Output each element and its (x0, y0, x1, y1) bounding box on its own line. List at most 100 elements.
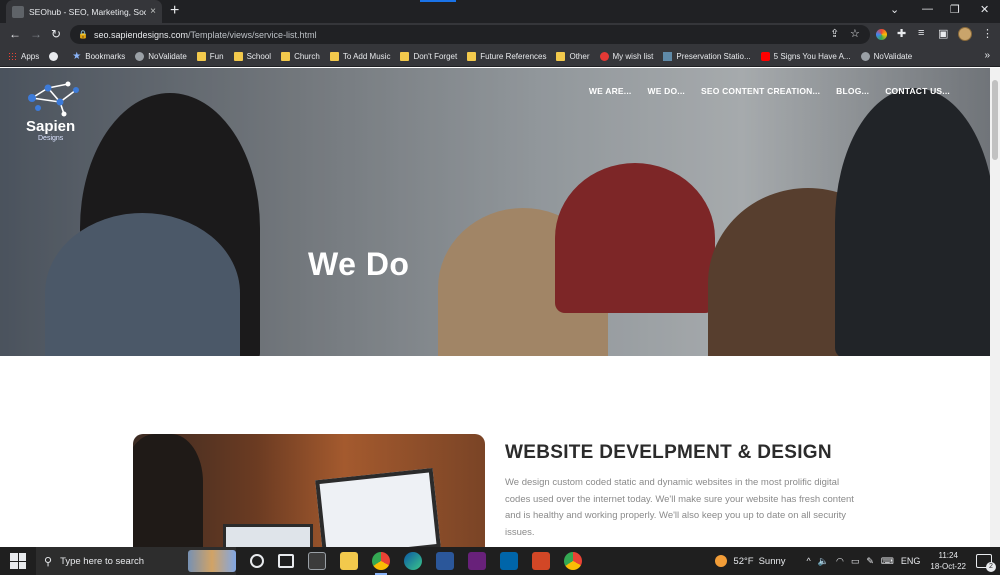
weather-temp: 52°F (733, 555, 754, 567)
share-icon[interactable]: ⇪ (830, 27, 839, 40)
screen: SEOhub - SEO, Marketing, Social × + ⌄ — … (0, 0, 1000, 575)
tab-search-dropdown-icon[interactable]: ⌄ (890, 3, 899, 16)
file-explorer-icon[interactable] (340, 552, 358, 570)
new-tab-button[interactable]: + (170, 3, 179, 19)
wifi-icon[interactable]: ◠ (836, 556, 844, 567)
bookmark-github[interactable] (49, 51, 62, 61)
language-indicator[interactable]: ENG (901, 556, 921, 566)
nav-we-are[interactable]: WE ARE... (589, 86, 632, 96)
globe-icon (135, 51, 145, 61)
cortana-icon[interactable] (250, 554, 264, 568)
service-description: We design custom coded static and dynami… (505, 477, 854, 538)
nav-contact-us[interactable]: CONTACT US... (885, 86, 950, 96)
lock-icon: 🔒 (78, 30, 88, 39)
bookmark-apps[interactable]: Apps (8, 51, 40, 61)
bookmark-bookmarks[interactable]: ★ Bookmarks (72, 51, 125, 61)
page-icon (663, 51, 673, 61)
terminal-icon[interactable] (308, 552, 326, 570)
page-scrollbar[interactable] (990, 68, 1000, 547)
side-panel-icon[interactable]: ▣ (938, 27, 948, 40)
bookmark-novalidate-2[interactable]: NoValidate (860, 51, 913, 61)
bookmarks-overflow-icon[interactable]: » (984, 50, 990, 61)
vscode-icon[interactable] (500, 552, 518, 570)
browser-toolbar: ← → ↻ 🔒 seo.sapiendesigns.com/Template/v… (0, 23, 1000, 46)
word-icon[interactable] (436, 552, 454, 570)
color-extension-icon[interactable] (876, 29, 887, 40)
browser-menu-icon[interactable]: ⋮ (982, 27, 993, 40)
bookmark-folder-dont-forget[interactable]: Don't Forget (400, 51, 458, 61)
bookmark-label: Apps (21, 51, 40, 61)
weather-text: Sunny (758, 555, 786, 567)
visual-studio-icon[interactable] (468, 552, 486, 570)
back-arrow-icon[interactable]: ← (9, 27, 21, 41)
globe-icon (860, 51, 870, 61)
browser-tab-strip: SEOhub - SEO, Marketing, Social × + ⌄ — … (0, 0, 1000, 23)
logo-subtitle: Designs (38, 135, 64, 142)
bookmark-folder-future-references[interactable]: Future References (467, 51, 546, 61)
bookmark-folder-school[interactable]: School (233, 51, 271, 61)
service-photo-monitor (315, 468, 441, 547)
bookmark-label: Preservation Statio... (676, 51, 751, 61)
tab-close-icon[interactable]: × (150, 6, 156, 17)
pen-icon[interactable]: ✎ (866, 556, 874, 567)
tray-overflow-icon[interactable]: ^ (807, 556, 811, 566)
nav-seo-content-creation[interactable]: SEO CONTENT CREATION... (701, 86, 820, 96)
forward-arrow-icon[interactable]: → (30, 27, 42, 41)
youtube-icon (760, 51, 770, 61)
clock[interactable]: 11:24 18-Oct-22 (930, 550, 966, 572)
bookmark-folder-church[interactable]: Church (281, 51, 320, 61)
bookmark-novalidate[interactable]: NoValidate (135, 51, 187, 61)
nav-we-do[interactable]: WE DO... (647, 86, 685, 96)
reload-icon[interactable]: ↻ (51, 27, 61, 41)
minimize-button[interactable]: — (922, 3, 933, 15)
chrome-icon[interactable] (372, 552, 390, 575)
url-text: seo.sapiendesigns.com/Template/views/ser… (94, 30, 317, 40)
windows-start-icon[interactable] (10, 553, 26, 569)
github-icon (49, 51, 59, 61)
powerpoint-icon[interactable] (532, 552, 550, 570)
bookmark-label: 5 Signs You Have A... (773, 51, 851, 61)
hero-overlay (0, 68, 990, 356)
keyboard-icon[interactable]: ⌨ (881, 556, 894, 567)
chrome-icon-2[interactable] (564, 552, 582, 570)
folder-icon (556, 51, 566, 61)
weather-widget[interactable]: 52°F Sunny (715, 555, 786, 567)
bookmark-youtube-video[interactable]: 5 Signs You Have A... (760, 51, 851, 61)
sun-icon (715, 555, 728, 567)
bookmark-label: Other (569, 51, 590, 61)
reading-list-icon[interactable]: ≡ (918, 27, 924, 39)
bookmark-my-wish-list[interactable]: My wish list (599, 51, 653, 61)
bookmark-folder-to-add-music[interactable]: To Add Music (329, 51, 390, 61)
profile-avatar[interactable] (958, 27, 972, 41)
browser-tab-active[interactable]: SEOhub - SEO, Marketing, Social × (6, 0, 162, 23)
task-view-icon[interactable] (278, 554, 294, 568)
address-bar[interactable]: 🔒 seo.sapiendesigns.com/Template/views/s… (70, 25, 870, 44)
extensions-puzzle-icon[interactable]: ✚ (897, 27, 906, 40)
site-favicon-icon (12, 5, 24, 18)
edge-icon[interactable] (404, 552, 422, 570)
folder-icon (400, 51, 410, 61)
restore-button[interactable]: ❐ (950, 3, 960, 16)
bookmark-preservation-station[interactable]: Preservation Statio... (663, 51, 751, 61)
bookmark-folder-other[interactable]: Other (556, 51, 590, 61)
system-tray: 52°F Sunny ^ 🔈 ◠ ▭ ✎ ⌨ ENG 11:24 18-Oct-… (715, 547, 996, 575)
folder-icon (329, 51, 339, 61)
windows-taskbar: ⚲ Type here to search 52°F Sunny ^ 🔈 ◠ ▭… (0, 547, 1000, 575)
url-path: /Template/views/service-list.html (188, 29, 317, 40)
close-window-button[interactable]: ✕ (980, 3, 989, 16)
battery-icon[interactable]: ▭ (851, 556, 860, 567)
speaker-icon[interactable]: 🔈 (818, 556, 829, 567)
nav-blog[interactable]: BLOG... (836, 86, 869, 96)
clock-date: 18-Oct-22 (930, 562, 966, 571)
notifications-icon[interactable]: 2 (976, 554, 996, 572)
bookmark-star-icon[interactable]: ☆ (850, 27, 860, 40)
folder-icon (196, 51, 206, 61)
bookmark-folder-fun[interactable]: Fun (196, 51, 224, 61)
bookmark-label: NoValidate (873, 51, 913, 61)
scrollbar-thumb[interactable] (992, 80, 998, 160)
hero-title: We Do (308, 246, 410, 282)
tab-strip-accent (420, 0, 456, 2)
taskbar-search-placeholder: Type here to search (60, 555, 145, 567)
site-logo[interactable]: Sapien Designs (24, 80, 94, 144)
bookmark-label: Don't Forget (413, 51, 458, 61)
